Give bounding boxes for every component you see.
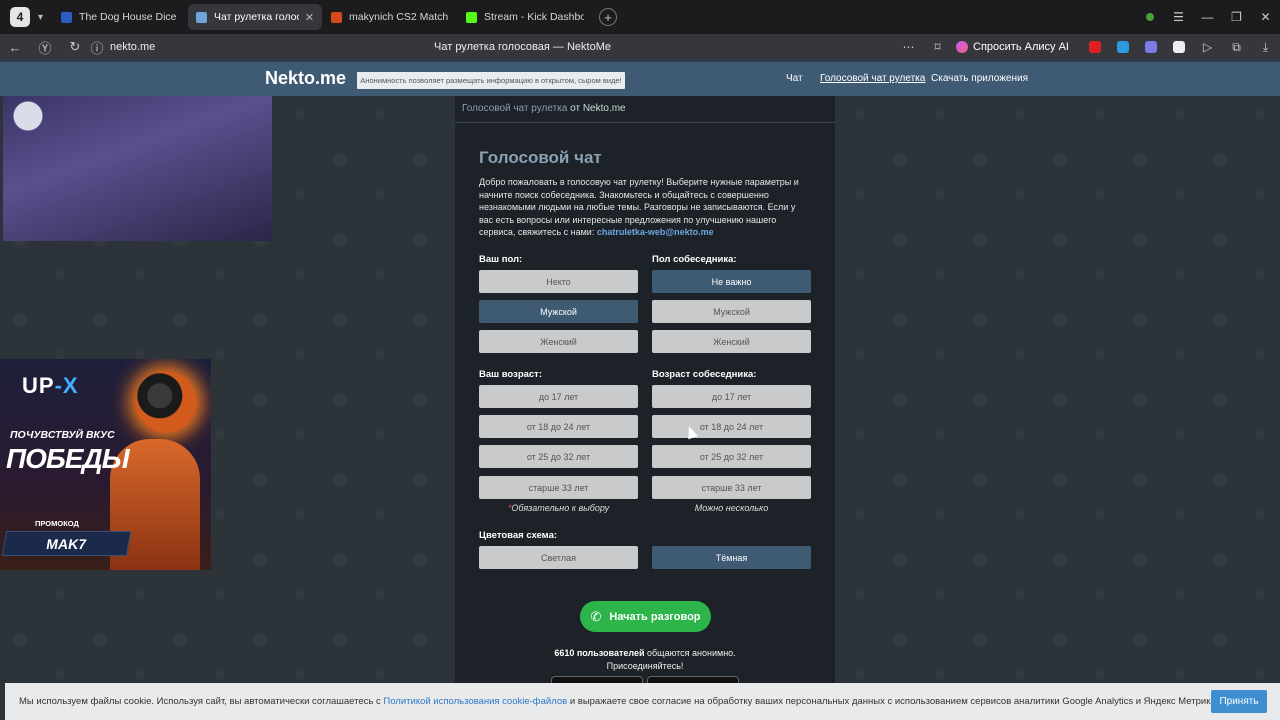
phone-icon: ✆ xyxy=(590,608,602,624)
download-icon[interactable]: ⤓ xyxy=(1251,40,1280,55)
peer-gender-female-button[interactable]: Женский xyxy=(652,330,811,353)
ad-slogan-top: ПОЧУВСТВУЙ ВКУС xyxy=(10,429,115,441)
scheme-light-button[interactable]: Светлая xyxy=(479,546,638,569)
my-age-over33-button[interactable]: старше 33 лет xyxy=(479,476,638,499)
multiple-hint: Можно несколько xyxy=(694,503,769,513)
menu-icon[interactable]: ☰ xyxy=(1164,10,1193,24)
cookie-policy-link[interactable]: Политикой использования cookie-файлов xyxy=(383,696,567,707)
menu-chat[interactable]: Чат xyxy=(786,73,803,84)
my-age-25-32-button[interactable]: от 25 до 32 лет xyxy=(479,445,638,468)
address-bar: ← Ⓨ ↻ ⓘ nekto.me Чат рулетка голосовая —… xyxy=(0,34,1280,60)
anonymity-notice: Анонимность позволяет размещать информац… xyxy=(357,72,625,89)
bookmark-icon[interactable]: ⌑ xyxy=(923,40,952,54)
online-users: 6610 пользователей общаются анонимно. При… xyxy=(554,648,736,671)
workspace-badge[interactable]: 4 xyxy=(10,7,30,27)
heading: Голосовой чат xyxy=(479,148,602,167)
peer-gender-label: Пол собеседника: xyxy=(652,254,737,265)
more-icon[interactable]: ⋯ xyxy=(894,40,923,54)
tab-title: Чат рулетка голосовая xyxy=(214,11,299,23)
my-age-18-24-button[interactable]: от 18 до 24 лет xyxy=(479,415,638,438)
promo-code: MAK7 xyxy=(1,531,132,556)
chevron-down-icon[interactable]: ▾ xyxy=(38,12,43,23)
extension-icon[interactable] xyxy=(1117,41,1129,53)
tab-favicon-icon xyxy=(466,11,478,23)
color-scheme-label: Цветовая схема: xyxy=(479,530,558,541)
upx-logo: UP-X xyxy=(22,373,79,398)
restore-icon[interactable]: ❐ xyxy=(1222,10,1251,24)
scheme-dark-button[interactable]: Тёмная xyxy=(652,546,811,569)
window-controls: ☰ — ❐ ✕ xyxy=(1136,0,1280,34)
breadcrumb-link[interactable]: Голосовой чат рулетка xyxy=(462,103,567,114)
status-dot-icon xyxy=(1146,13,1154,21)
promo-label: ПРОМОКОД xyxy=(35,519,79,528)
peer-age-label: Возраст собеседника: xyxy=(652,369,757,380)
cookie-text: Мы используем файлы cookie. Используя са… xyxy=(19,696,1219,707)
browser-tab-3[interactable]: Stream - Kick Dashboard xyxy=(458,4,592,30)
my-gender-nekto-button[interactable]: Некто xyxy=(479,270,638,293)
peer-age-18-24-button[interactable]: от 18 до 24 лет xyxy=(652,415,811,438)
browser-tab-0[interactable]: The Dog House Dice Show xyxy=(53,4,187,30)
my-age-label: Ваш возраст: xyxy=(479,369,543,380)
ad-slogan-main: ПОБЕДЫ xyxy=(6,443,130,474)
extension-icon[interactable] xyxy=(1089,41,1101,53)
my-gender-label: Ваш пол: xyxy=(479,254,523,265)
close-icon[interactable]: ✕ xyxy=(305,11,314,24)
tab-favicon-icon xyxy=(196,11,208,23)
extension-icon[interactable] xyxy=(1173,41,1185,53)
divider xyxy=(455,122,835,123)
play-icon[interactable]: ▷ xyxy=(1193,40,1222,54)
extension-icon[interactable] xyxy=(1145,41,1157,53)
peer-gender-any-button[interactable]: Не важно xyxy=(652,270,811,293)
peer-age-under17-button[interactable]: до 17 лет xyxy=(652,385,811,408)
menu-download-apps[interactable]: Скачать приложения xyxy=(931,73,1028,84)
tab-favicon-icon xyxy=(331,11,343,23)
puzzle-icon[interactable]: ⧉ xyxy=(1222,40,1251,55)
minimize-icon[interactable]: — xyxy=(1193,10,1222,24)
anime-banner-ad[interactable] xyxy=(3,96,272,241)
alisa-button[interactable]: Спросить Алису AI xyxy=(956,41,1069,53)
peer-gender-male-button[interactable]: Мужской xyxy=(652,300,811,323)
contact-email-link[interactable]: chatruletka-web@nekto.me xyxy=(597,227,714,237)
site-logo[interactable]: Nekto.me xyxy=(265,68,346,89)
menu-voice-roulette[interactable]: Голосовой чат рулетка xyxy=(820,73,925,84)
close-window-icon[interactable]: ✕ xyxy=(1251,10,1280,24)
peer-age-25-32-button[interactable]: от 25 до 32 лет xyxy=(652,445,811,468)
required-hint: *Обязательно к выбору xyxy=(507,503,610,513)
peer-age-over33-button[interactable]: старше 33 лет xyxy=(652,476,811,499)
upx-banner-ad[interactable]: UP-X ПОЧУВСТВУЙ ВКУС ПОБЕДЫ ПРОМОКОД MAK… xyxy=(0,359,211,570)
new-tab-icon[interactable]: + xyxy=(599,8,618,26)
browser-tab-2[interactable]: makynich CS2 Match Histo xyxy=(323,4,457,30)
browser-tab-bar: 4 ▾ The Dog House Dice Show Чат рулетка … xyxy=(0,0,1280,34)
voice-chat-panel: Голосовой чат рулетка от Nekto.me Голосо… xyxy=(455,96,835,720)
breadcrumb: Голосовой чат рулетка от Nekto.me xyxy=(462,103,626,114)
alisa-label: Спросить Алису AI xyxy=(973,41,1069,53)
page-title: Чат рулетка голосовая — NektoMe xyxy=(434,41,611,53)
description: Добро пожаловать в голосовую чат рулетку… xyxy=(479,177,799,238)
tab-favicon-icon xyxy=(61,11,73,23)
site-header: Nekto.me Анонимность позволяет размещать… xyxy=(0,60,1280,96)
accept-cookies-button[interactable]: Принять xyxy=(1211,690,1267,713)
cookie-banner: Мы используем файлы cookie. Используя са… xyxy=(5,683,1280,720)
address-bar-actions: ⋯ ⌑ Спросить Алису AI ▷ ⧉ ⤓ xyxy=(894,34,1280,60)
site-viewport: Nekto.me Анонимность позволяет размещать… xyxy=(0,60,1280,720)
tab-title: makynich CS2 Match Histo xyxy=(349,11,449,23)
tab-title: Stream - Kick Dashboard xyxy=(484,11,585,23)
my-gender-male-button[interactable]: Мужской xyxy=(479,300,638,323)
alisa-icon xyxy=(956,41,969,53)
start-call-button[interactable]: ✆ Начать разговор xyxy=(580,601,711,632)
soccer-ball-icon xyxy=(135,371,197,433)
tab-title: The Dog House Dice Show xyxy=(79,11,179,23)
my-age-under17-button[interactable]: до 17 лет xyxy=(479,385,638,408)
my-gender-female-button[interactable]: Женский xyxy=(479,330,638,353)
browser-tab-1[interactable]: Чат рулетка голосовая ✕ xyxy=(188,4,323,30)
